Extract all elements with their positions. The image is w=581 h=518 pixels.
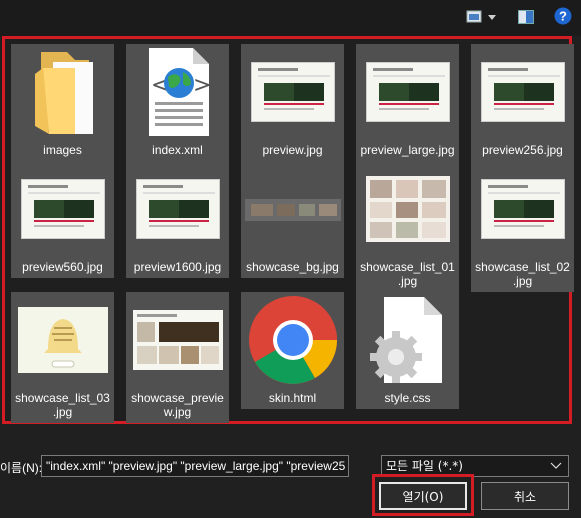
image-thumbnail	[356, 161, 459, 257]
xml-file-icon: < >	[126, 44, 229, 140]
file-item-index-xml[interactable]: < > index.xml	[126, 44, 229, 161]
svg-text:?: ?	[559, 9, 567, 24]
file-name-label: showcase_list_02 .jpg	[471, 260, 574, 288]
file-name-line-2: .jpg	[52, 405, 73, 419]
file-type-filter-value: 모든 파일 (*.*)	[386, 459, 463, 473]
file-name-label: showcase_previe w.jpg	[126, 391, 229, 419]
file-name-line-1: showcase_list_02	[475, 260, 570, 274]
file-name-line-1: showcase_list_03	[15, 391, 110, 405]
chrome-icon	[241, 292, 344, 388]
file-name-label: showcase_list_03 .jpg	[11, 391, 114, 419]
image-thumbnail	[11, 292, 114, 388]
chevron-down-icon	[550, 458, 562, 478]
file-item-preview560[interactable]: preview560.jpg	[11, 161, 114, 278]
image-thumbnail	[126, 292, 229, 388]
file-name-line-1: showcase_previe	[131, 391, 224, 405]
file-item-showcase-list-02[interactable]: showcase_list_02 .jpg	[471, 161, 574, 292]
file-item-showcase-bg[interactable]: showcase_bg.jpg	[241, 161, 344, 278]
image-thumbnail	[126, 161, 229, 257]
help-button[interactable]: ?	[554, 7, 572, 29]
file-item-images[interactable]: images	[11, 44, 114, 161]
file-name-label: showcase_list_01 .jpg	[356, 260, 459, 288]
file-item-preview256[interactable]: preview256.jpg	[471, 44, 574, 161]
folder-icon	[11, 44, 114, 140]
open-button[interactable]: 열기(O)	[379, 482, 467, 510]
image-thumbnail	[11, 161, 114, 257]
file-name-label: preview_large.jpg	[360, 143, 455, 157]
file-name-label: index.xml	[152, 143, 203, 157]
file-item-style-css[interactable]: style.css	[356, 292, 459, 409]
dialog-toolbar: ?	[0, 0, 581, 36]
file-name-line-1: showcase_list_01	[360, 260, 455, 274]
file-name-label: preview1600.jpg	[133, 260, 222, 274]
file-item-showcase-list-01[interactable]: showcase_list_01 .jpg	[356, 161, 459, 292]
file-item-preview[interactable]: preview.jpg	[241, 44, 344, 161]
file-name-label: showcase_bg.jpg	[246, 260, 339, 274]
file-item-preview1600[interactable]: preview1600.jpg	[126, 161, 229, 278]
view-mode-button[interactable]	[462, 9, 502, 27]
file-name-label: preview560.jpg	[22, 260, 103, 274]
file-name-line-2: .jpg	[512, 274, 533, 288]
help-icon: ?	[554, 7, 572, 29]
file-name-label: images	[43, 143, 82, 157]
image-thumbnail	[241, 161, 344, 257]
image-thumbnail	[241, 44, 344, 140]
file-item-skin-html[interactable]: skin.html	[241, 292, 344, 409]
image-thumbnail	[471, 44, 574, 140]
file-item-showcase-list-03[interactable]: showcase_list_03 .jpg	[11, 292, 114, 423]
file-item-showcase-preview[interactable]: showcase_previe w.jpg	[126, 292, 229, 423]
image-thumbnail	[471, 161, 574, 257]
file-name-label: preview256.jpg	[482, 143, 563, 157]
css-file-icon	[356, 292, 459, 388]
filename-label: 이름(N):	[0, 461, 43, 475]
preview-pane-icon	[518, 9, 534, 28]
view-mode-icon	[466, 9, 498, 28]
file-name-line-2: .jpg	[397, 274, 418, 288]
svg-text:>: >	[193, 73, 211, 98]
filename-input[interactable]: "index.xml" "preview.jpg" "preview_large…	[41, 455, 349, 477]
file-name-label: preview.jpg	[262, 143, 323, 157]
file-name-line-2: w.jpg	[163, 405, 192, 419]
preview-pane-button[interactable]	[516, 9, 536, 27]
file-list-view[interactable]: images < > index.xml preview.jpg preview…	[2, 36, 574, 424]
image-thumbnail	[356, 44, 459, 140]
file-name-label: skin.html	[268, 391, 317, 405]
cancel-button[interactable]: 취소	[481, 482, 569, 510]
file-item-preview-large[interactable]: preview_large.jpg	[356, 44, 459, 161]
file-name-label: style.css	[384, 391, 431, 405]
